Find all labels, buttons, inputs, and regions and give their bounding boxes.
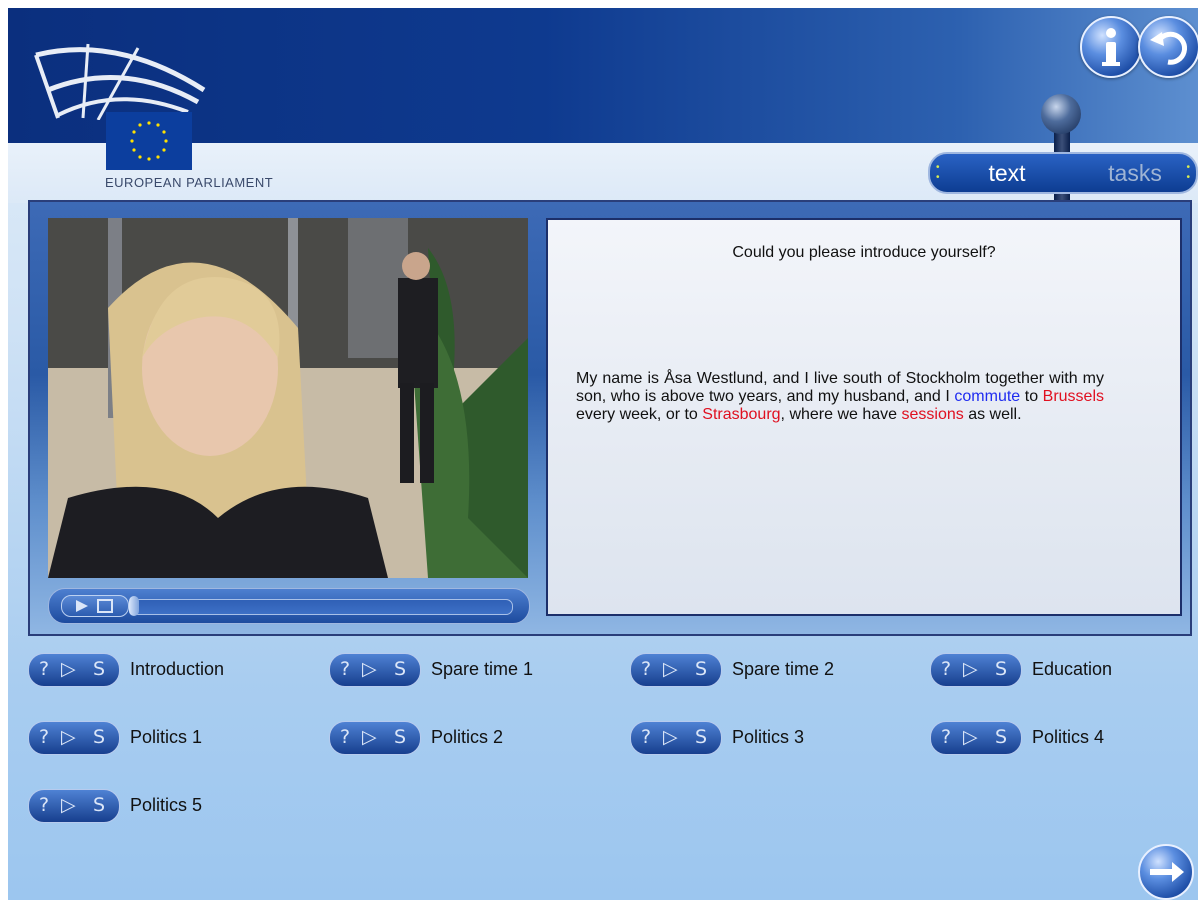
- topic-label[interactable]: Introduction: [130, 659, 224, 680]
- toggle-dots-right: • •: [1186, 162, 1190, 183]
- topic-controls[interactable]: ? ▷ S: [930, 653, 1022, 687]
- pause-icon[interactable]: [97, 599, 113, 613]
- play-icon[interactable]: ▷: [963, 726, 978, 748]
- topic-politics-3[interactable]: ? ▷ S Politics 3: [630, 721, 870, 755]
- topic-politics-1[interactable]: ? ▷ S Politics 1: [28, 721, 258, 755]
- play-icon[interactable]: ▷: [61, 794, 76, 816]
- play-icon[interactable]: ▷: [61, 658, 76, 680]
- topic-controls[interactable]: ? ▷ S: [28, 721, 120, 755]
- help-icon[interactable]: ?: [39, 794, 49, 816]
- video-progress-track[interactable]: [131, 599, 513, 615]
- topic-controls[interactable]: ? ▷ S: [28, 789, 120, 823]
- help-icon[interactable]: ?: [39, 726, 49, 748]
- topic-label[interactable]: Politics 5: [130, 795, 202, 816]
- topic-label[interactable]: Politics 2: [431, 727, 503, 748]
- answer-text: as well.: [963, 406, 1022, 423]
- help-icon[interactable]: ?: [941, 726, 951, 748]
- topic-spare-time-2[interactable]: ? ▷ S Spare time 2: [630, 653, 870, 687]
- subtitles-icon[interactable]: S: [695, 726, 707, 748]
- play-icon[interactable]: [76, 600, 88, 612]
- topic-controls[interactable]: ? ▷ S: [630, 721, 722, 755]
- subtitles-icon[interactable]: S: [394, 658, 406, 680]
- play-icon[interactable]: ▷: [61, 726, 76, 748]
- topic-label[interactable]: Politics 1: [130, 727, 202, 748]
- subtitles-icon[interactable]: S: [93, 794, 105, 816]
- play-icon[interactable]: ▷: [963, 658, 978, 680]
- play-icon[interactable]: ▷: [362, 658, 377, 680]
- subtitles-icon[interactable]: S: [93, 726, 105, 748]
- topic-label[interactable]: Spare time 2: [732, 659, 834, 680]
- interview-answer: My name is Åsa Westlund, and I live sout…: [576, 370, 1104, 424]
- topic-introduction[interactable]: ? ▷ S Introduction: [28, 653, 258, 687]
- topic-politics-5[interactable]: ? ▷ S Politics 5: [28, 789, 258, 823]
- topic-label[interactable]: Education: [1032, 659, 1112, 680]
- vocab-word-commute[interactable]: commute: [954, 388, 1020, 405]
- topic-label[interactable]: Politics 4: [1032, 727, 1104, 748]
- tab-text[interactable]: text: [952, 154, 1062, 192]
- subtitles-icon[interactable]: S: [394, 726, 406, 748]
- transcript-panel: Could you please introduce yourself? My …: [546, 218, 1182, 616]
- topic-controls[interactable]: ? ▷ S: [329, 721, 421, 755]
- next-button[interactable]: [1138, 844, 1194, 900]
- answer-text: , where we have: [780, 406, 902, 423]
- info-icon: [1102, 28, 1120, 66]
- topic-politics-4[interactable]: ? ▷ S Politics 4: [930, 721, 1170, 755]
- topic-controls[interactable]: ? ▷ S: [930, 721, 1022, 755]
- help-icon[interactable]: ?: [641, 658, 651, 680]
- answer-text: to: [1020, 388, 1043, 405]
- return-button[interactable]: [1138, 16, 1198, 78]
- help-icon[interactable]: ?: [340, 658, 350, 680]
- eu-flag-icon: [106, 112, 192, 170]
- topic-controls[interactable]: ? ▷ S: [329, 653, 421, 687]
- subtitles-icon[interactable]: S: [695, 658, 707, 680]
- subtitles-icon[interactable]: S: [995, 726, 1007, 748]
- parliament-logo-arcs: [34, 43, 206, 120]
- help-icon[interactable]: ?: [941, 658, 951, 680]
- video-still: [48, 218, 528, 578]
- vocab-word-strasbourg[interactable]: Strasbourg: [702, 406, 780, 423]
- topic-controls[interactable]: ? ▷ S: [28, 653, 120, 687]
- app-window: EUROPEAN PARLIAMENT • • text tasks • • C…: [8, 8, 1198, 900]
- answer-text: every week, or to: [576, 406, 703, 423]
- vocab-word-brussels[interactable]: Brussels: [1043, 388, 1104, 405]
- info-button[interactable]: [1080, 16, 1142, 78]
- topic-politics-2[interactable]: ? ▷ S Politics 2: [329, 721, 569, 755]
- organization-name: EUROPEAN PARLIAMENT: [105, 175, 274, 190]
- arrow-right-icon: [1150, 862, 1184, 882]
- interview-question: Could you please introduce yourself?: [732, 244, 996, 261]
- play-icon[interactable]: ▷: [663, 658, 678, 680]
- play-icon[interactable]: ▷: [663, 726, 678, 748]
- help-icon[interactable]: ?: [340, 726, 350, 748]
- play-icon[interactable]: ▷: [362, 726, 377, 748]
- play-pause-controls[interactable]: [61, 595, 129, 617]
- topic-label[interactable]: Politics 3: [732, 727, 804, 748]
- video-frame[interactable]: [48, 218, 528, 578]
- video-progress-thumb[interactable]: [129, 596, 139, 616]
- toggle-knob[interactable]: [1041, 94, 1081, 134]
- help-icon[interactable]: ?: [641, 726, 651, 748]
- subtitles-icon[interactable]: S: [93, 658, 105, 680]
- topic-controls[interactable]: ? ▷ S: [630, 653, 722, 687]
- toggle-dots-left: • •: [936, 162, 940, 183]
- view-toggle[interactable]: • • text tasks • •: [928, 152, 1198, 194]
- subtitles-icon[interactable]: S: [995, 658, 1007, 680]
- return-icon: [1150, 31, 1188, 65]
- vocab-word-sessions[interactable]: sessions: [902, 406, 964, 423]
- topic-label[interactable]: Spare time 1: [431, 659, 533, 680]
- video-player-bar: [48, 588, 530, 624]
- topic-education[interactable]: ? ▷ S Education: [930, 653, 1170, 687]
- help-icon[interactable]: ?: [39, 658, 49, 680]
- topic-spare-time-1[interactable]: ? ▷ S Spare time 1: [329, 653, 569, 687]
- tab-tasks[interactable]: tasks: [1080, 154, 1190, 192]
